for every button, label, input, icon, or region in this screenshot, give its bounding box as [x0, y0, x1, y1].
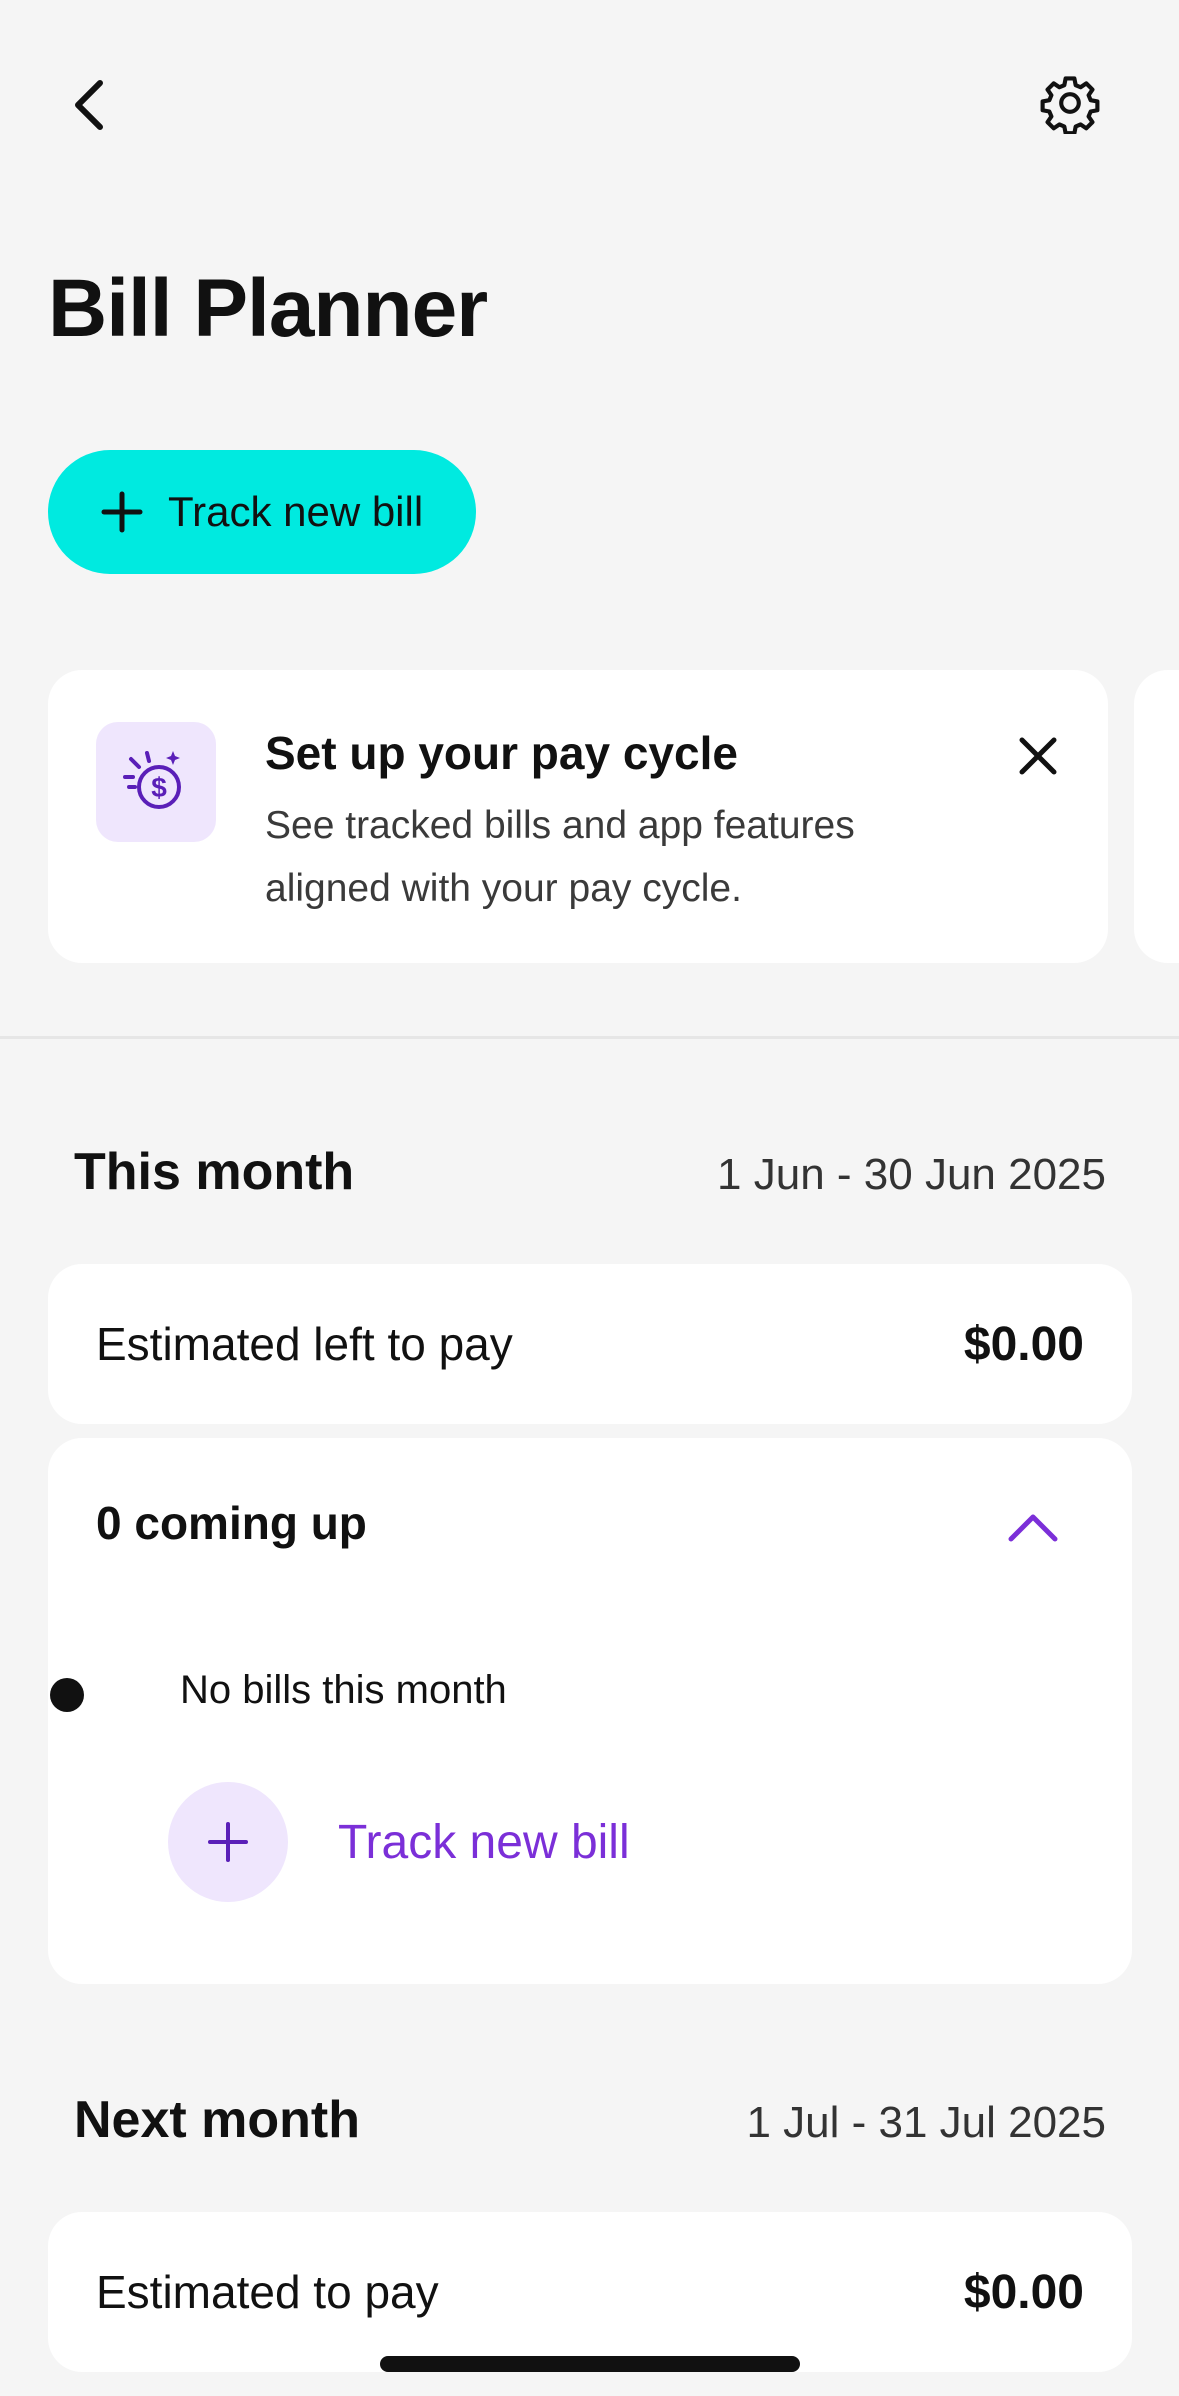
bill-planner-screen: Bill Planner Track new bill $ Set up you…	[0, 0, 1179, 2396]
track-new-bill-label: Track new bill	[168, 488, 424, 535]
left-to-pay-card: Estimated left to pay $0.00	[48, 1264, 1132, 1424]
plus-circle	[168, 1782, 288, 1902]
left-to-pay-label: Estimated left to pay	[96, 1318, 513, 1370]
svg-text:$: $	[151, 772, 167, 803]
page-title: Bill Planner	[48, 263, 488, 354]
to-pay-card: Estimated to pay $0.00	[48, 2212, 1132, 2372]
this-month-range: 1 Jun - 30 Jun 2025	[717, 1150, 1106, 1199]
promo-body: See tracked bills and app features align…	[265, 804, 855, 910]
section-divider	[0, 1036, 1179, 1039]
timeline-dot	[50, 1678, 84, 1712]
back-button[interactable]	[50, 60, 130, 150]
plus-icon	[208, 1822, 248, 1862]
track-new-bill-link[interactable]: Track new bill	[168, 1782, 630, 1902]
track-new-bill-button[interactable]: Track new bill	[48, 450, 476, 574]
no-bills-text: No bills this month	[180, 1668, 507, 1712]
next-promo-card-peek[interactable]	[1134, 670, 1179, 963]
collapse-toggle[interactable]	[988, 1482, 1078, 1572]
chevron-up-icon	[1008, 1514, 1058, 1542]
chevron-left-icon	[75, 80, 103, 130]
dollar-sparkle-icon: $	[123, 751, 181, 809]
to-pay-label: Estimated to pay	[96, 2266, 439, 2318]
next-month-header: Next month 1 Jul - 31 Jul 2025	[74, 2090, 1106, 2150]
home-indicator[interactable]	[380, 2356, 800, 2372]
next-month-range: 1 Jul - 31 Jul 2025	[746, 2098, 1106, 2147]
close-icon	[1019, 737, 1057, 775]
promo-icon-container: $	[96, 722, 216, 842]
coming-up-label: 0 coming up	[96, 1497, 367, 1549]
promo-title: Set up your pay cycle	[265, 727, 738, 779]
pay-cycle-promo-card[interactable]: $ Set up your pay cycle See tracked bill…	[48, 670, 1108, 963]
next-month-title: Next month	[74, 2091, 360, 2149]
this-month-title: This month	[74, 1143, 355, 1201]
gear-icon	[1040, 76, 1100, 134]
left-to-pay-amount: $0.00	[963, 1317, 1084, 1371]
settings-button[interactable]	[1020, 58, 1120, 148]
plus-icon	[101, 491, 143, 533]
to-pay-amount: $0.00	[963, 2265, 1084, 2319]
this-month-header: This month 1 Jun - 30 Jun 2025	[74, 1142, 1106, 1202]
promo-close-button[interactable]	[998, 716, 1078, 796]
track-new-bill-link-label: Track new bill	[338, 1815, 630, 1869]
